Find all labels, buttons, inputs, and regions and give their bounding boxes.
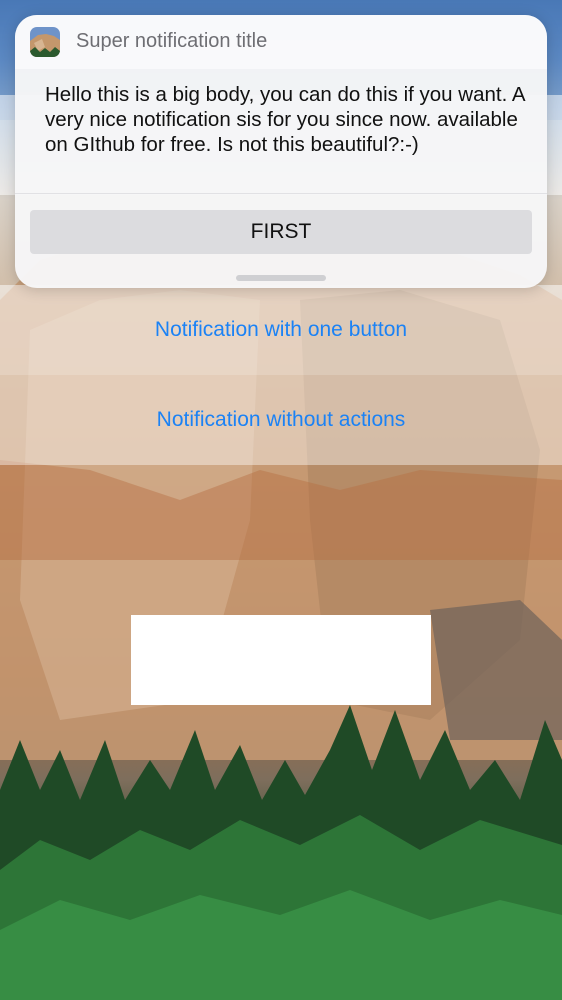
- first-action-button[interactable]: FIRST: [30, 210, 532, 254]
- notification-with-one-button-button[interactable]: Notification with one button: [0, 285, 562, 375]
- notification-without-actions-button[interactable]: Notification without actions: [0, 375, 562, 465]
- notification-banner[interactable]: Super notification title Hello this is a…: [15, 15, 547, 288]
- notification-body: Hello this is a big body, you can do thi…: [45, 83, 525, 156]
- divider: [15, 193, 547, 194]
- drag-handle[interactable]: [236, 275, 326, 281]
- notification-title: Super notification title: [76, 30, 268, 52]
- blank-white-panel: [131, 615, 431, 705]
- notification-header: Super notification title: [15, 15, 547, 69]
- mountain-photo-icon: [30, 27, 60, 57]
